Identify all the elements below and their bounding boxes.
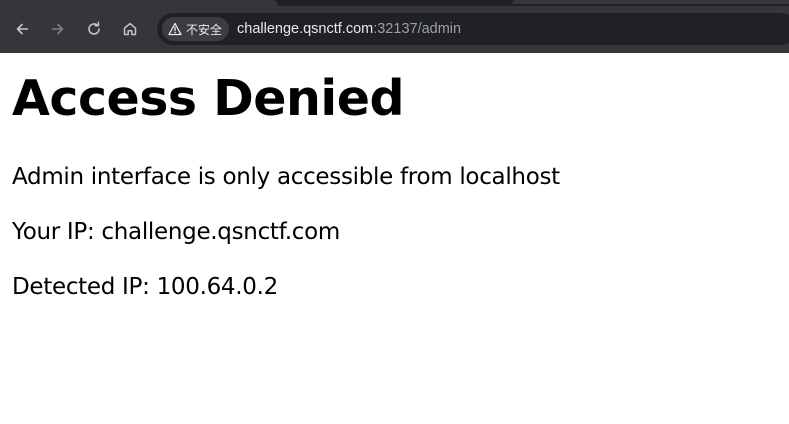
back-button[interactable] [7,14,37,44]
page-title: Access Denied [12,70,405,127]
security-label: 不安全 [186,22,223,37]
reload-button[interactable] [79,14,109,44]
detected-ip-text: Detected IP: 100.64.0.2 [12,274,278,300]
browser-chrome: 不安全 challenge.qsnctf.com:32137/admin [0,0,789,53]
arrow-right-icon [51,23,64,35]
home-icon [123,22,137,36]
url-text[interactable]: challenge.qsnctf.com:32137/admin [237,20,461,38]
access-message: Admin interface is only accessible from … [12,164,560,190]
url-path: :32137/admin [373,21,462,37]
other-tab-edge[interactable] [512,0,789,4]
your-ip-text: Your IP: challenge.qsnctf.com [12,219,340,245]
warning-triangle-icon [168,22,182,36]
forward-button[interactable] [43,14,73,44]
arrow-left-icon [16,23,29,35]
reload-icon [88,21,100,35]
security-chip[interactable]: 不安全 [162,17,229,41]
toolbar: 不安全 challenge.qsnctf.com:32137/admin [0,6,789,53]
home-button[interactable] [115,14,145,44]
url-host: challenge.qsnctf.com [237,21,374,37]
page-content: Access Denied Admin interface is only ac… [0,53,789,424]
address-bar[interactable]: 不安全 challenge.qsnctf.com:32137/admin [157,13,789,45]
